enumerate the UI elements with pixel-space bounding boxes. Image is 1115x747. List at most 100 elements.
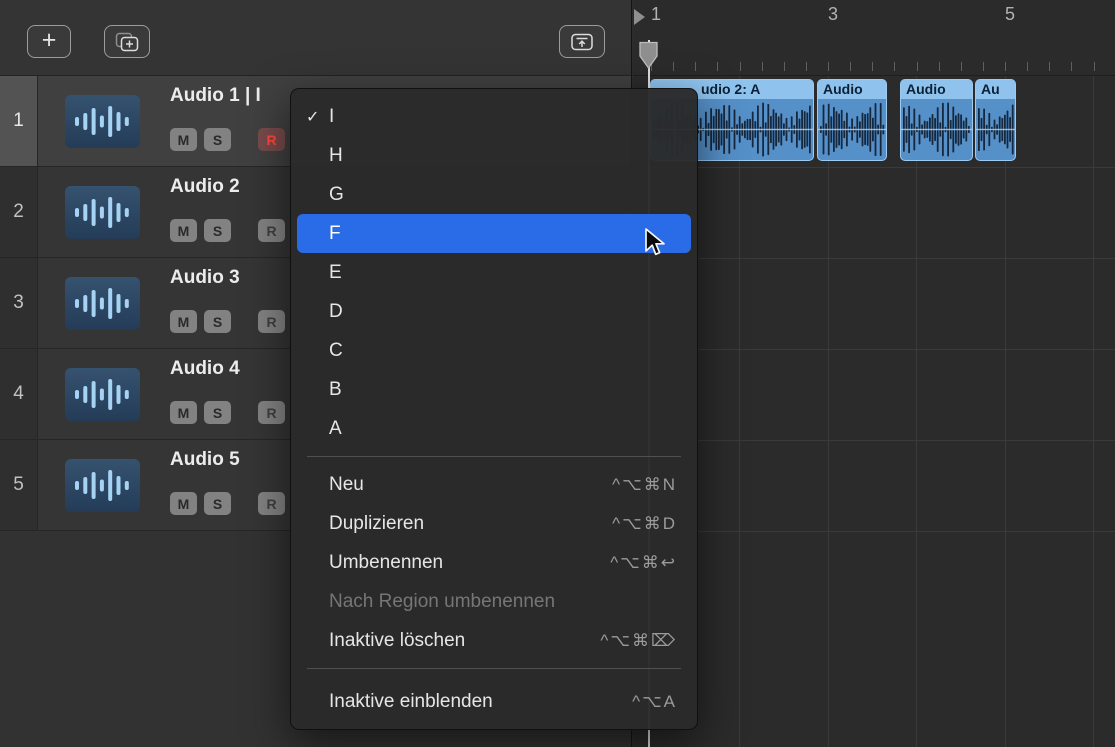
bar-grid-line (1005, 76, 1006, 747)
track-waveform-icon[interactable] (65, 368, 140, 421)
ruler-tick (1094, 62, 1095, 71)
menu-item[interactable]: H (297, 136, 691, 175)
track-waveform-icon[interactable] (65, 459, 140, 512)
track-waveform-icon[interactable] (65, 186, 140, 239)
track-number: 4 (0, 349, 38, 439)
audio-region[interactable]: Audio (900, 79, 973, 161)
region-name: Audio (818, 80, 886, 99)
track-name[interactable]: Audio 2 (170, 176, 240, 198)
region-name: Au (976, 80, 1015, 99)
menu-item[interactable]: C (297, 331, 691, 370)
record-button[interactable]: R (258, 310, 285, 333)
menu-letter-group: ✓ I H G F E D C B A (291, 97, 697, 448)
duplicate-track-button[interactable] (104, 25, 150, 58)
track-name[interactable]: Audio 3 (170, 267, 240, 289)
ruler-tick (961, 62, 962, 71)
record-button[interactable]: R (258, 128, 285, 151)
record-button[interactable]: R (258, 401, 285, 424)
track-toolbar: + (0, 0, 631, 76)
checkmark-icon: ✓ (306, 107, 329, 127)
add-track-button[interactable]: + (27, 25, 71, 58)
mute-button[interactable]: M (170, 401, 197, 424)
menu-item-label: E (329, 262, 342, 284)
menu-item[interactable]: Neu ^⌥⌘N (297, 465, 691, 504)
solo-button[interactable]: S (204, 219, 231, 242)
track-number: 2 (0, 167, 38, 257)
record-button[interactable]: R (258, 492, 285, 515)
ruler-tick (939, 62, 940, 71)
menu-item[interactable]: Inaktive löschen ^⌥⌘⌦ (297, 621, 691, 660)
track-waveform-icon[interactable] (65, 95, 140, 148)
ruler-flag-icon (634, 9, 645, 25)
menu-item-label: H (329, 145, 343, 167)
track-number: 1 (0, 76, 38, 166)
menu-action-group: Neu ^⌥⌘N Duplizieren ^⌥⌘D Umbenennen ^⌥⌘… (291, 465, 697, 660)
ruler-tick (828, 62, 829, 71)
menu-item-label: Duplizieren (329, 513, 424, 535)
menu-item[interactable]: Duplizieren ^⌥⌘D (297, 504, 691, 543)
menu-item[interactable]: B (297, 370, 691, 409)
ruler-tick (806, 62, 807, 71)
ruler-tick (673, 62, 674, 71)
ruler-tick (1027, 62, 1028, 71)
track-name[interactable]: Audio 4 (170, 358, 240, 380)
audio-region[interactable]: Au (975, 79, 1016, 161)
mute-button[interactable]: M (170, 128, 197, 151)
menu-item[interactable]: F (297, 214, 691, 253)
record-button[interactable]: R (258, 219, 285, 242)
track-number: 5 (0, 440, 38, 530)
menu-item[interactable]: Inaktive einblenden ^⌥A (297, 682, 691, 721)
arrange-area: 135 udio 2: A Audio Audio Au (633, 0, 1115, 747)
menu-separator (307, 456, 681, 457)
track-number: 3 (0, 258, 38, 348)
menu-item-shortcut: ^⌥A (632, 692, 677, 712)
ruler-tick (1049, 62, 1050, 71)
track-display-options-button[interactable] (559, 25, 605, 58)
menu-item-label: Neu (329, 474, 364, 496)
menu-item-label: B (329, 379, 342, 401)
mute-button[interactable]: M (170, 310, 197, 333)
ruler-tick (1071, 62, 1072, 71)
audio-region[interactable]: Audio (817, 79, 887, 161)
ruler-tick (784, 62, 785, 71)
menu-item[interactable]: Nach Region umbenennen (297, 582, 691, 621)
playhead-marker[interactable] (638, 41, 659, 71)
track-name[interactable]: Audio 5 (170, 449, 240, 471)
menu-item[interactable]: D (297, 292, 691, 331)
bar-ruler[interactable]: 135 (633, 0, 1115, 76)
mute-button[interactable]: M (170, 492, 197, 515)
bar-grid-line (828, 76, 829, 747)
bar-number: 5 (1005, 4, 1015, 25)
ruler-tick (762, 62, 763, 71)
solo-button[interactable]: S (204, 401, 231, 424)
solo-button[interactable]: S (204, 310, 231, 333)
menu-footer-group: Inaktive einblenden ^⌥A (291, 682, 697, 721)
mute-button[interactable]: M (170, 219, 197, 242)
ruler-tick (872, 62, 873, 71)
ruler-tick (740, 62, 741, 71)
menu-item-label: Inaktive einblenden (329, 691, 493, 713)
menu-item-label: D (329, 301, 343, 323)
ruler-tick (917, 62, 918, 71)
solo-button[interactable]: S (204, 128, 231, 151)
track-context-menu: ✓ I H G F E D C B A Neu ^⌥⌘N (290, 88, 698, 730)
bar-grid-line (1093, 76, 1094, 747)
duplicate-track-icon (115, 32, 139, 52)
menu-item[interactable]: E (297, 253, 691, 292)
menu-item-label: I (329, 106, 334, 128)
lane-divider-line (633, 167, 1115, 168)
menu-item[interactable]: Umbenennen ^⌥⌘↩ (297, 543, 691, 582)
region-waveform (976, 99, 1015, 160)
menu-item[interactable]: ✓ I (297, 97, 691, 136)
bar-number: 3 (828, 4, 838, 25)
solo-button[interactable]: S (204, 492, 231, 515)
menu-item-label: Inaktive löschen (329, 630, 465, 652)
track-waveform-icon[interactable] (65, 277, 140, 330)
menu-item[interactable]: G (297, 175, 691, 214)
menu-item[interactable]: A (297, 409, 691, 448)
menu-item-label: A (329, 418, 342, 440)
lane-divider-line (633, 531, 1115, 532)
hide-tracks-icon (570, 32, 594, 52)
menu-item-shortcut: ^⌥⌘↩ (610, 553, 677, 573)
track-name[interactable]: Audio 1 | I (170, 85, 261, 107)
